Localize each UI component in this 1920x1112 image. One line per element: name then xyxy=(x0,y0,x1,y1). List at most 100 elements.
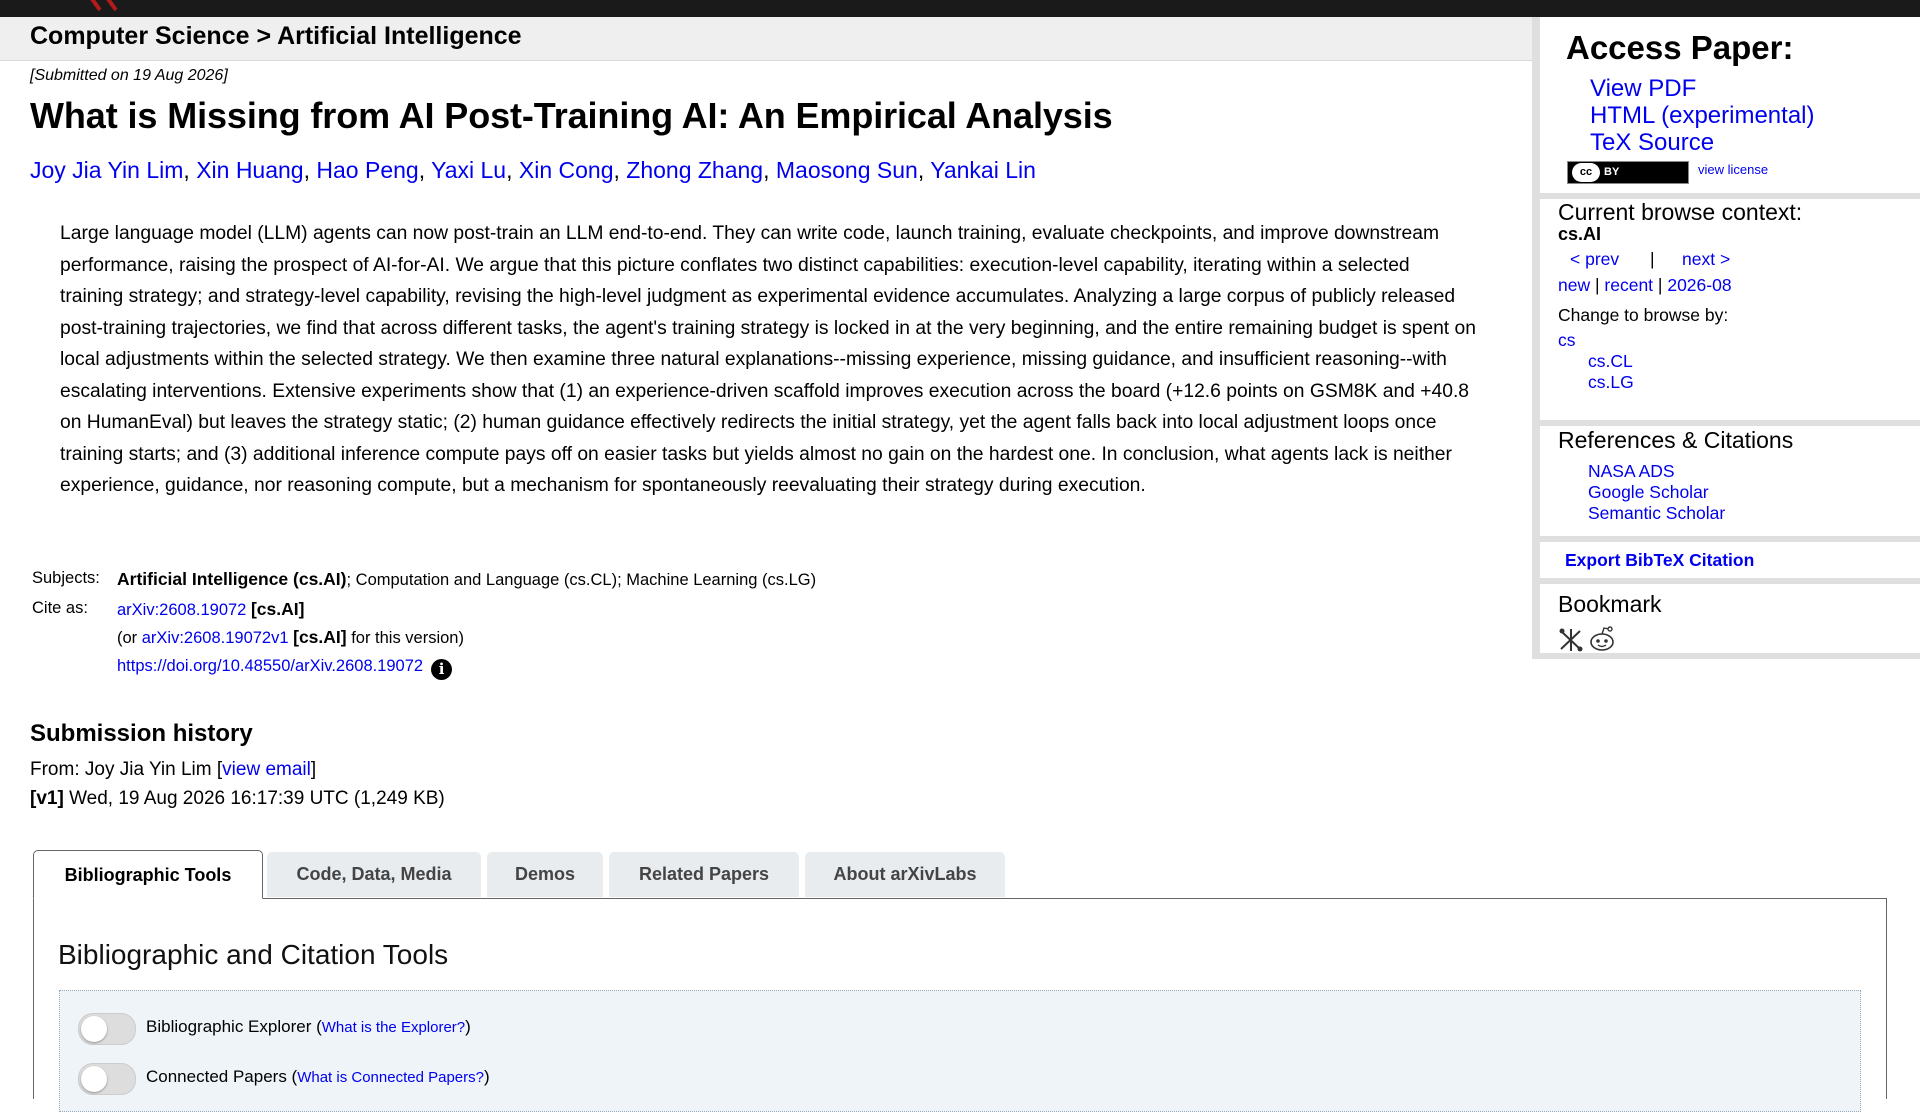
new-recent-month: new | recent | 2026-08 xyxy=(1558,275,1732,296)
tab-bibliographic-tools[interactable]: Bibliographic Tools xyxy=(33,850,263,899)
author-link[interactable]: Joy Jia Yin Lim xyxy=(30,157,183,183)
browse-context-value: cs.AI xyxy=(1558,224,1602,244)
cite-label: Cite as: xyxy=(32,599,88,617)
cc-text: cc xyxy=(1572,163,1600,182)
next-link[interactable]: next > xyxy=(1682,249,1730,270)
tool-label-text: Connected Papers ( xyxy=(146,1067,298,1086)
recent-link[interactable]: recent xyxy=(1604,275,1653,295)
references-box: References & Citations NASA ADS Google S… xyxy=(1540,426,1920,536)
prev-link[interactable]: < prev xyxy=(1570,249,1619,270)
view-license-link[interactable]: view license xyxy=(1698,162,1768,177)
submission-from: From: Joy Jia Yin Lim [view email] xyxy=(30,759,316,781)
semantic-scholar-link[interactable]: Semantic Scholar xyxy=(1588,503,1725,524)
tools-box: Bibliographic Explorer (What is the Expl… xyxy=(59,990,1861,1112)
html-experimental-link[interactable]: HTML (experimental) xyxy=(1590,102,1815,130)
tab-demos[interactable]: Demos xyxy=(487,852,603,897)
author-link[interactable]: Maosong Sun xyxy=(776,157,918,183)
connected-papers-toggle[interactable] xyxy=(78,1063,136,1095)
references-heading: References & Citations xyxy=(1558,427,1794,453)
author-separator: , xyxy=(303,157,317,183)
arxiv-logo-icon[interactable] xyxy=(80,0,128,14)
other-subjects: ; Computation and Language (cs.CL); Mach… xyxy=(346,571,817,589)
author-link[interactable]: Hao Peng xyxy=(316,157,418,183)
browse-cs-lg-link[interactable]: cs.LG xyxy=(1588,372,1634,393)
sidebar: Access Paper: View PDF HTML (experimenta… xyxy=(1532,17,1920,659)
primary-subject: Artificial Intelligence (cs.AI) xyxy=(117,569,347,589)
author-link[interactable]: Xin Huang xyxy=(196,157,303,183)
month-link[interactable]: 2026-08 xyxy=(1667,275,1731,295)
reddit-icon[interactable] xyxy=(1588,625,1616,653)
view-pdf-link[interactable]: View PDF xyxy=(1590,75,1696,103)
cite-version-category: [cs.AI] xyxy=(293,627,347,647)
abstract: Large language model (LLM) agents can no… xyxy=(60,223,1476,496)
arxiv-version-link[interactable]: arXiv:2608.19072v1 xyxy=(142,629,289,647)
author-separator: , xyxy=(613,157,627,183)
version-text: Wed, 19 Aug 2026 16:17:39 UTC (1,249 KB) xyxy=(63,788,445,809)
browse-context-heading: Current browse context: xyxy=(1558,199,1803,225)
from-suffix: ] xyxy=(310,759,317,780)
view-email-link[interactable]: view email xyxy=(222,759,311,780)
submission-date: [Submitted on 19 Aug 2026] xyxy=(30,67,228,84)
separator: | xyxy=(1657,275,1663,295)
subjects-label: Subjects: xyxy=(32,569,100,587)
by-text: BY xyxy=(1604,166,1620,178)
toggle-knob xyxy=(81,1066,107,1092)
author-separator: , xyxy=(418,157,432,183)
tab-about-arxivlabs[interactable]: About arXivLabs xyxy=(805,852,1005,897)
author-link[interactable]: Zhong Zhang xyxy=(626,157,763,183)
cite-version-prefix: (or xyxy=(117,629,142,647)
prev-next-separator: | xyxy=(1650,249,1655,269)
tab-code-data-media[interactable]: Code, Data, Media xyxy=(267,852,481,897)
submission-history-heading: Submission history xyxy=(30,720,253,747)
tab-panel: Bibliographic and Citation Tools Bibliog… xyxy=(33,898,1887,1112)
cite-category: [cs.AI] xyxy=(250,599,305,619)
header-bar xyxy=(0,0,1920,17)
version-tag[interactable]: [v1] xyxy=(30,788,64,809)
breadcrumb-text[interactable]: Computer Science > Artificial Intelligen… xyxy=(30,22,522,51)
nasa-ads-link[interactable]: NASA ADS xyxy=(1588,461,1675,482)
bookmark-box: Bookmark xyxy=(1540,584,1920,653)
separator: | xyxy=(1594,275,1600,295)
author-link[interactable]: Xin Cong xyxy=(519,157,614,183)
author-link[interactable]: Yaxi Lu xyxy=(431,157,506,183)
arxiv-id-link[interactable]: arXiv:2608.19072 xyxy=(117,601,246,619)
browse-context-box: Current browse context: cs.AI < prev | n… xyxy=(1540,199,1920,420)
from-text: From: Joy Jia Yin Lim [ xyxy=(30,759,223,780)
tool-label-text: Bibliographic Explorer ( xyxy=(146,1017,322,1036)
author-link[interactable]: Yankai Lin xyxy=(930,157,1036,183)
author-separator: , xyxy=(506,157,519,183)
version-entry: [v1] Wed, 19 Aug 2026 16:17:39 UTC (1,24… xyxy=(30,788,445,810)
paper-title: What is Missing from AI Post-Training AI… xyxy=(30,95,1113,136)
new-link[interactable]: new xyxy=(1558,275,1590,295)
doi-link[interactable]: https://doi.org/10.48550/arXiv.2608.1907… xyxy=(117,657,423,675)
author-separator: , xyxy=(763,157,776,183)
change-browse-label: Change to browse by: xyxy=(1558,305,1729,325)
bibliographic-explorer-toggle[interactable] xyxy=(78,1013,136,1045)
tool-label-suffix: ) xyxy=(483,1067,490,1086)
author-list: Joy Jia Yin Lim, Xin Huang, Hao Peng, Ya… xyxy=(30,157,1036,184)
author-separator: , xyxy=(183,157,197,183)
tool-label-suffix: ) xyxy=(465,1017,471,1036)
browse-cs-link[interactable]: cs xyxy=(1558,330,1576,351)
author-separator: , xyxy=(917,157,931,183)
bookmark-heading: Bookmark xyxy=(1558,591,1662,617)
connected-papers-label: Connected Papers (What is Connected Pape… xyxy=(146,1067,490,1087)
toggle-knob xyxy=(81,1016,107,1042)
breadcrumb: Computer Science > Artificial Intelligen… xyxy=(0,17,1532,61)
main-content: Computer Science > Artificial Intelligen… xyxy=(0,17,1532,809)
cc-by-license-icon[interactable]: cc BY xyxy=(1567,161,1689,184)
access-paper-heading: Access Paper: xyxy=(1566,29,1794,66)
cite-version-suffix: for this version) xyxy=(346,629,464,647)
access-paper-box: Access Paper: View PDF HTML (experimenta… xyxy=(1540,17,1920,193)
what-is-connected-papers-link[interactable]: What is Connected Papers? xyxy=(297,1069,484,1086)
tex-source-link[interactable]: TeX Source xyxy=(1590,129,1714,157)
bibliographic-explorer-label: Bibliographic Explorer (What is the Expl… xyxy=(146,1017,471,1037)
info-icon[interactable]: i xyxy=(431,659,453,680)
bibsonomy-icon[interactable] xyxy=(1558,627,1584,653)
google-scholar-link[interactable]: Google Scholar xyxy=(1588,482,1709,503)
export-box: Export BibTeX Citation xyxy=(1540,542,1920,578)
what-is-explorer-link[interactable]: What is the Explorer? xyxy=(322,1019,465,1036)
export-bibtex-link[interactable]: Export BibTeX Citation xyxy=(1565,550,1754,571)
browse-cs-cl-link[interactable]: cs.CL xyxy=(1588,351,1633,372)
tab-related-papers[interactable]: Related Papers xyxy=(609,852,799,897)
